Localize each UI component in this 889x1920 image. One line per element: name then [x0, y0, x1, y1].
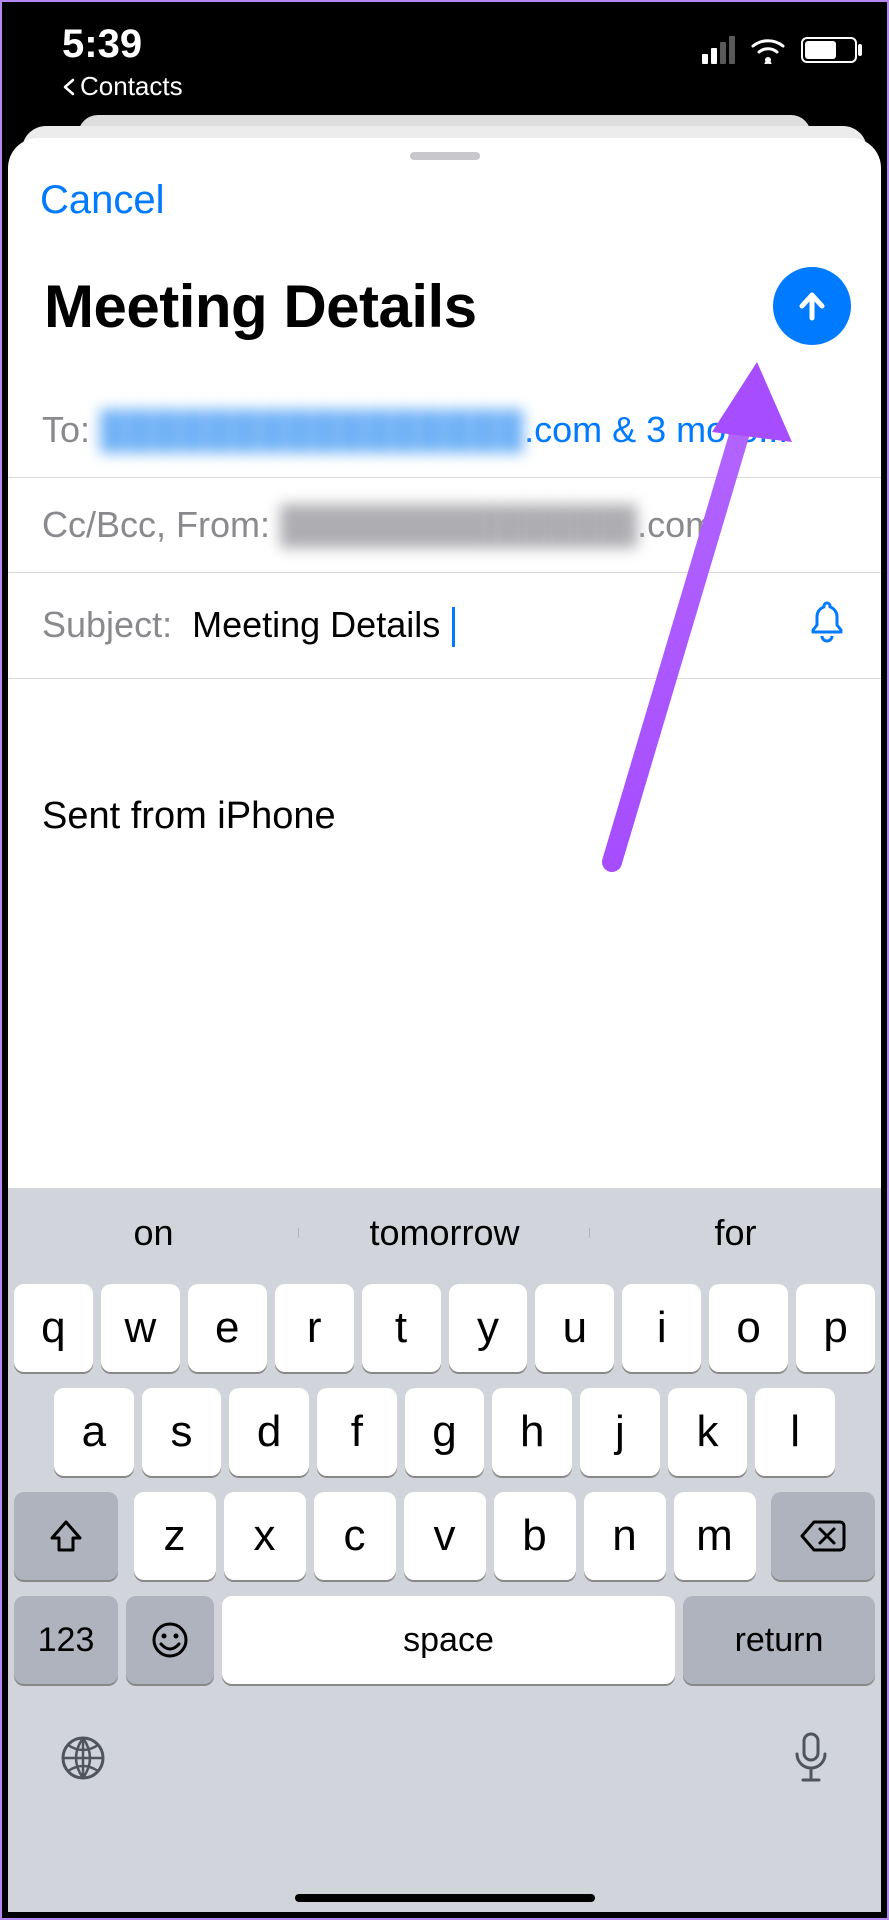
- key-k[interactable]: k: [668, 1388, 748, 1476]
- text-cursor: [452, 607, 455, 647]
- subject-field[interactable]: Subject: Meeting Details: [8, 573, 881, 679]
- cancel-button[interactable]: Cancel: [40, 178, 165, 222]
- key-f[interactable]: f: [317, 1388, 397, 1476]
- dictation-key[interactable]: [791, 1730, 831, 1791]
- numbers-key[interactable]: 123: [14, 1596, 118, 1684]
- key-b[interactable]: b: [494, 1492, 576, 1580]
- cc-suffix: .com: [637, 504, 715, 546]
- suggestion[interactable]: tomorrow: [299, 1212, 590, 1254]
- battery-icon: [801, 37, 857, 63]
- key-r[interactable]: r: [275, 1284, 354, 1372]
- subject-value: Meeting Details: [192, 604, 440, 645]
- key-o[interactable]: o: [709, 1284, 788, 1372]
- key-a[interactable]: a: [54, 1388, 134, 1476]
- to-field[interactable]: To: ████████████████ .com & 3 more...: [8, 383, 881, 478]
- to-value-redacted: ████████████████: [100, 409, 524, 451]
- cc-value-redacted: ██████████████: [280, 504, 637, 546]
- wifi-icon: [749, 36, 787, 64]
- to-label: To:: [42, 409, 90, 451]
- key-p[interactable]: p: [796, 1284, 875, 1372]
- mic-icon: [791, 1730, 831, 1786]
- email-body[interactable]: Sent from iPhone: [8, 679, 881, 954]
- key-i[interactable]: i: [622, 1284, 701, 1372]
- key-w[interactable]: w: [101, 1284, 180, 1372]
- key-y[interactable]: y: [449, 1284, 528, 1372]
- sheet-grabber[interactable]: [410, 152, 480, 160]
- suggestion-bar: on tomorrow for: [8, 1188, 881, 1278]
- globe-key[interactable]: [58, 1733, 108, 1788]
- send-button[interactable]: [773, 267, 851, 345]
- key-d[interactable]: d: [229, 1388, 309, 1476]
- suggestion[interactable]: on: [8, 1212, 299, 1254]
- key-x[interactable]: x: [224, 1492, 306, 1580]
- compose-title: Meeting Details: [44, 272, 477, 341]
- globe-icon: [58, 1733, 108, 1783]
- key-q[interactable]: q: [14, 1284, 93, 1372]
- status-time: 5:39: [62, 22, 183, 67]
- back-app-label: Contacts: [80, 71, 183, 102]
- key-l[interactable]: l: [755, 1388, 835, 1476]
- key-j[interactable]: j: [580, 1388, 660, 1476]
- key-e[interactable]: e: [188, 1284, 267, 1372]
- cc-bcc-from-field[interactable]: Cc/Bcc, From: ██████████████ .com: [8, 478, 881, 573]
- subject-label: Subject:: [42, 604, 172, 645]
- back-to-app[interactable]: Contacts: [62, 71, 183, 102]
- body-signature: Sent from iPhone: [42, 795, 336, 837]
- emoji-key[interactable]: [126, 1596, 214, 1684]
- key-u[interactable]: u: [535, 1284, 614, 1372]
- key-h[interactable]: h: [492, 1388, 572, 1476]
- emoji-icon: [150, 1620, 190, 1660]
- backspace-icon: [800, 1518, 846, 1554]
- key-c[interactable]: c: [314, 1492, 396, 1580]
- compose-sheet: Cancel Meeting Details To: █████████████…: [8, 138, 881, 1188]
- key-z[interactable]: z: [134, 1492, 216, 1580]
- cc-label: Cc/Bcc, From:: [42, 504, 270, 546]
- cellular-signal-icon: [702, 36, 735, 64]
- home-indicator[interactable]: [295, 1894, 595, 1902]
- status-bar: 5:39 Contacts: [2, 2, 887, 112]
- key-v[interactable]: v: [404, 1492, 486, 1580]
- bell-icon[interactable]: [807, 599, 847, 652]
- return-key[interactable]: return: [683, 1596, 875, 1684]
- backspace-key[interactable]: [771, 1492, 875, 1580]
- key-t[interactable]: t: [362, 1284, 441, 1372]
- shift-icon: [46, 1516, 86, 1556]
- key-n[interactable]: n: [584, 1492, 666, 1580]
- key-g[interactable]: g: [405, 1388, 485, 1476]
- keyboard: on tomorrow for qwertyuiop asdfghjkl zxc…: [8, 1188, 881, 1912]
- arrow-up-icon: [792, 286, 832, 326]
- key-m[interactable]: m: [674, 1492, 756, 1580]
- suggestion[interactable]: for: [590, 1212, 881, 1254]
- to-suffix: .com & 3 more...: [524, 409, 788, 451]
- shift-key[interactable]: [14, 1492, 118, 1580]
- key-s[interactable]: s: [142, 1388, 222, 1476]
- space-key[interactable]: space: [222, 1596, 675, 1684]
